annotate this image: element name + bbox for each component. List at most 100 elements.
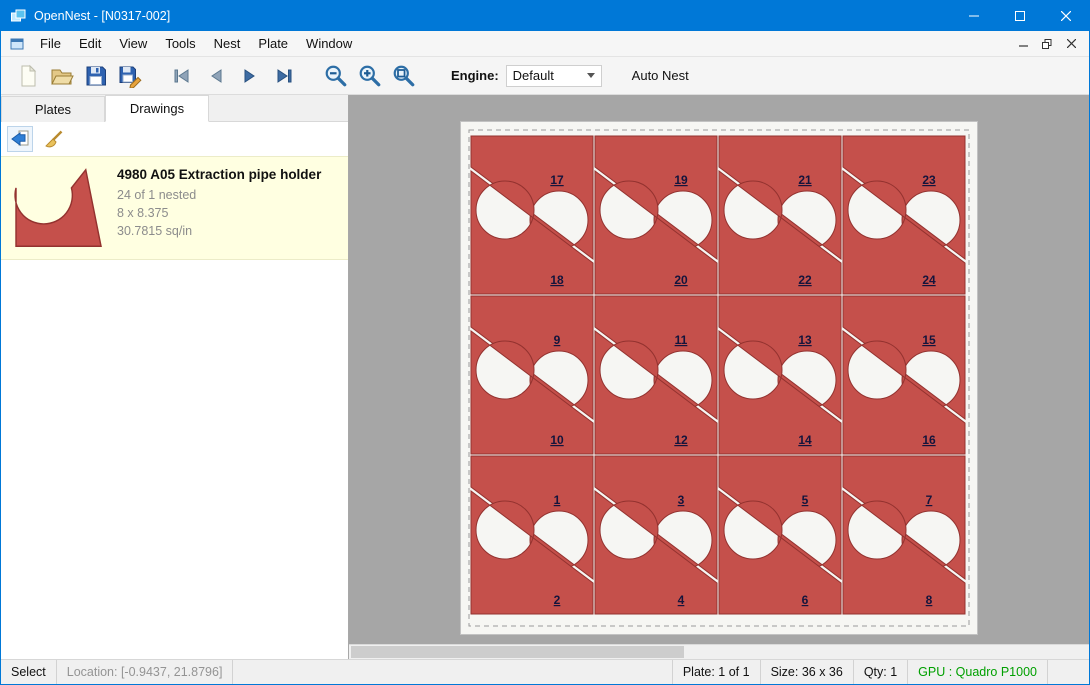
menu-nest[interactable]: Nest xyxy=(205,32,250,55)
part-number: 21 xyxy=(798,173,812,187)
engine-selected-value: Default xyxy=(513,68,587,83)
import-drawing-icon[interactable] xyxy=(7,126,33,152)
engine-label: Engine: xyxy=(451,68,499,83)
part-number: 10 xyxy=(550,433,564,447)
go-previous-icon[interactable] xyxy=(199,60,233,92)
part-number: 4 xyxy=(678,593,685,607)
nested-pair[interactable]: 21 22 xyxy=(719,136,841,294)
minimize-button[interactable] xyxy=(951,1,997,31)
sidebar-toolbar xyxy=(1,122,348,156)
part-number: 16 xyxy=(922,433,936,447)
status-size: Size: 36 x 36 xyxy=(760,660,853,684)
mdi-close-icon[interactable] xyxy=(1059,34,1083,54)
part-number: 11 xyxy=(675,333,688,347)
titlebar: OpenNest - [N0317-002] xyxy=(1,1,1089,31)
engine-select[interactable]: Default xyxy=(506,65,602,87)
nest-canvas[interactable]: 171819202122232491011121314151612345678 xyxy=(349,95,1089,659)
window-title: OpenNest - [N0317-002] xyxy=(34,9,170,23)
document-window-icon xyxy=(9,36,25,52)
drawing-list-item[interactable]: 4980 A05 Extraction pipe holder 24 of 1 … xyxy=(1,156,348,260)
nested-pair[interactable]: 1516 xyxy=(843,296,965,454)
nested-pair[interactable]: 78 xyxy=(843,456,965,614)
status-plate: Plate: 1 of 1 xyxy=(672,660,760,684)
app-icon xyxy=(10,8,26,24)
status-qty: Qty: 1 xyxy=(853,660,907,684)
part-number: 1 xyxy=(554,493,561,507)
zoom-in-icon[interactable] xyxy=(353,60,387,92)
mdi-window-controls xyxy=(1011,34,1089,54)
menu-view[interactable]: View xyxy=(110,32,156,55)
part-thumbnail xyxy=(11,165,107,251)
plate[interactable]: 171819202122232491011121314151612345678 xyxy=(460,121,978,635)
part-number: 19 xyxy=(674,173,688,187)
mdi-restore-icon[interactable] xyxy=(1035,34,1059,54)
nested-pair[interactable]: 1920 xyxy=(595,136,717,294)
nest-svg: 171819202122232491011121314151612345678 xyxy=(461,122,977,634)
part-number: 17 xyxy=(550,173,564,187)
nested-pair[interactable]: 34 xyxy=(595,456,717,614)
menu-plate[interactable]: Plate xyxy=(249,32,297,55)
part-number: 15 xyxy=(922,333,936,347)
drawing-nested-count: 24 of 1 nested xyxy=(117,186,321,204)
nested-pair[interactable]: 1314 xyxy=(719,296,841,454)
zoom-fit-icon[interactable] xyxy=(387,60,421,92)
clean-broom-icon[interactable] xyxy=(41,126,67,152)
save-edit-icon[interactable] xyxy=(113,60,147,92)
part-number: 5 xyxy=(802,493,809,507)
toolbar: Engine: Default Auto Nest xyxy=(1,57,1089,95)
maximize-button[interactable] xyxy=(997,1,1043,31)
menu-file[interactable]: File xyxy=(31,32,70,55)
drawing-title: 4980 A05 Extraction pipe holder xyxy=(117,167,321,182)
nested-pair[interactable]: 1718 xyxy=(471,136,593,294)
statusbar: Select Location: [-0.9437, 21.8796] Plat… xyxy=(1,659,1089,684)
status-resize-grip xyxy=(1047,660,1089,684)
part-number: 24 xyxy=(922,273,936,287)
go-last-icon[interactable] xyxy=(267,60,301,92)
part-number: 3 xyxy=(678,493,685,507)
status-location: Location: [-0.9437, 21.8796] xyxy=(57,660,234,684)
nested-pair[interactable]: 56 xyxy=(719,456,841,614)
part-thumbnail-shape xyxy=(15,170,101,246)
menu-edit[interactable]: Edit xyxy=(70,32,110,55)
zoom-out-icon[interactable] xyxy=(319,60,353,92)
menu-tools[interactable]: Tools xyxy=(156,32,204,55)
tab-plates[interactable]: Plates xyxy=(1,96,105,122)
nested-pair[interactable]: 9 10 xyxy=(471,296,593,454)
sidebar-tabs: PlatesDrawings xyxy=(1,95,348,122)
save-icon[interactable] xyxy=(79,60,113,92)
part-number: 2 xyxy=(554,593,561,607)
tab-drawings[interactable]: Drawings xyxy=(105,95,209,122)
sidebar-empty-area xyxy=(1,260,348,659)
nested-pair[interactable]: 12 xyxy=(471,456,593,614)
part-number: 23 xyxy=(922,173,936,187)
content: PlatesDrawings 4980 xyxy=(1,95,1089,659)
menu-items: FileEditViewToolsNestPlateWindow xyxy=(31,36,361,51)
part-number: 12 xyxy=(674,433,688,447)
nested-pair[interactable]: 11 12 xyxy=(595,296,717,454)
mdi-minimize-icon[interactable] xyxy=(1011,34,1035,54)
part-number: 9 xyxy=(554,333,561,347)
go-first-icon[interactable] xyxy=(165,60,199,92)
auto-nest-button[interactable]: Auto Nest xyxy=(628,64,693,87)
drawing-area: 30.7815 sq/in xyxy=(117,222,321,240)
go-next-icon[interactable] xyxy=(233,60,267,92)
chevron-down-icon xyxy=(587,73,595,78)
horizontal-scrollbar[interactable] xyxy=(349,644,1089,659)
nest-parts: 171819202122232491011121314151612345678 xyxy=(471,136,965,614)
close-button[interactable] xyxy=(1043,1,1089,31)
drawing-size: 8 x 8.375 xyxy=(117,204,321,222)
canvas-view: 171819202122232491011121314151612345678 xyxy=(349,95,1089,644)
part-number: 7 xyxy=(926,493,933,507)
sidebar: PlatesDrawings 4980 xyxy=(1,95,349,659)
status-mode: Select xyxy=(1,660,57,684)
nested-pair[interactable]: 23 24 xyxy=(843,136,965,294)
part-number: 8 xyxy=(926,593,933,607)
menu-window[interactable]: Window xyxy=(297,32,361,55)
new-file-icon[interactable] xyxy=(11,60,45,92)
status-gpu: GPU : Quadro P1000 xyxy=(907,660,1047,684)
part-number: 14 xyxy=(798,433,812,447)
open-folder-icon[interactable] xyxy=(45,60,79,92)
part-number: 22 xyxy=(798,273,812,287)
part-number: 18 xyxy=(550,273,564,287)
scrollbar-thumb[interactable] xyxy=(351,646,684,658)
